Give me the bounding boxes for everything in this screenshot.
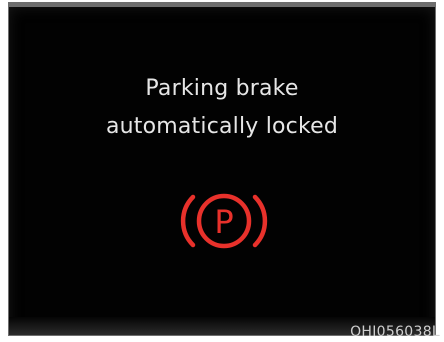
- parking-brake-icon: P: [180, 193, 268, 249]
- parking-brake-right-arc: [252, 194, 268, 248]
- instrument-cluster-screen: [9, 7, 435, 335]
- image-code: OHI056038L: [350, 324, 440, 340]
- parking-brake-letter: P: [214, 203, 233, 241]
- parking-brake-left-arc: [180, 194, 196, 248]
- message-line-2: automatically locked: [105, 114, 339, 139]
- message-line-1: Parking brake: [145, 76, 299, 101]
